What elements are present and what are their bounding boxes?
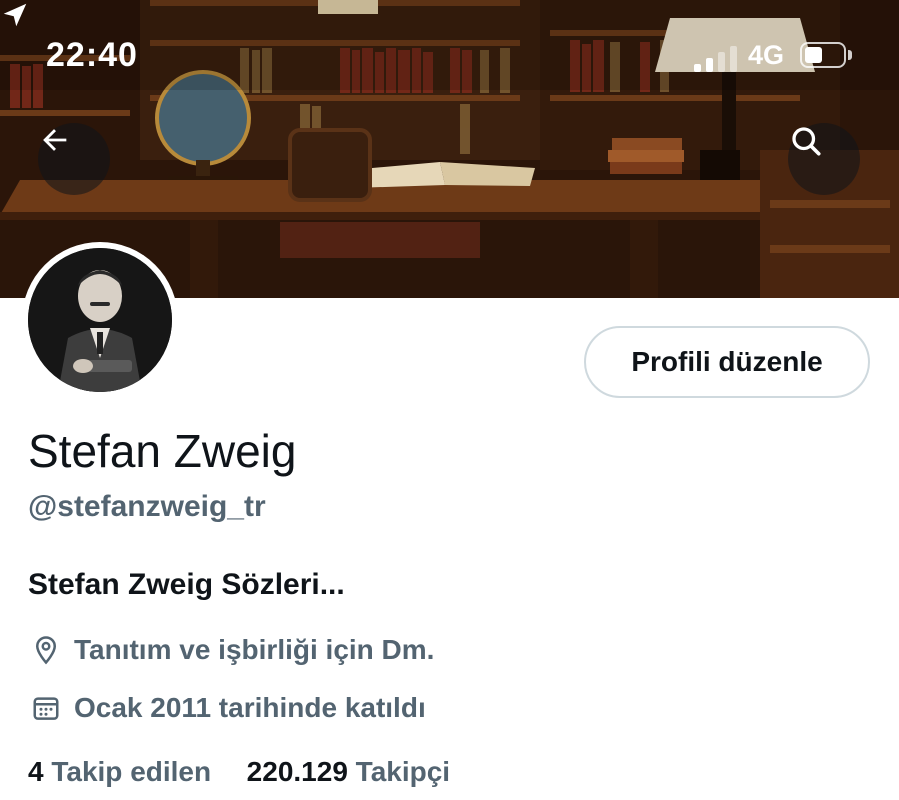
following-label: Takip edilen — [51, 756, 212, 787]
followers-label: Takipçi — [355, 756, 451, 787]
avatar[interactable] — [22, 242, 178, 398]
search-icon — [792, 127, 821, 156]
followers-link[interactable]: 220.129 Takipçi — [247, 756, 450, 787]
location-pin-icon — [28, 632, 64, 668]
follow-stats: 4 Takip edilen 220.129 Takipçi — [28, 756, 450, 788]
following-link[interactable]: 4 Takip edilen — [28, 756, 219, 787]
back-arrow-icon — [43, 129, 67, 151]
location-arrow-icon — [3, 3, 27, 27]
battery-tip — [848, 50, 852, 60]
joined-text: Ocak 2011 tarihinde katıldı — [74, 692, 426, 723]
signal-icon — [694, 46, 744, 72]
network-type: 4G — [748, 40, 785, 70]
location-text: Tanıtım ve işbirliği için Dm. — [74, 634, 435, 665]
following-count: 4 — [28, 756, 44, 787]
profile-location: Tanıtım ve işbirliği için Dm. — [28, 632, 434, 668]
calendar-icon — [28, 690, 64, 726]
edit-profile-button[interactable]: Profili düzenle — [584, 326, 870, 398]
profile-name: Stefan Zweig — [28, 425, 297, 477]
search-button[interactable] — [788, 123, 860, 195]
avatar-image — [28, 248, 172, 392]
profile-bio: Stefan Zweig Sözleri... — [28, 568, 345, 601]
profile-handle: @stefanzweig_tr — [28, 490, 266, 523]
profile-joined: Ocak 2011 tarihinde katıldı — [28, 690, 426, 726]
back-button[interactable] — [38, 123, 110, 195]
followers-count: 220.129 — [246, 756, 348, 787]
status-time: 22:40 — [46, 36, 138, 74]
battery-icon — [800, 42, 846, 68]
edit-profile-label: Profili düzenle — [631, 346, 823, 377]
